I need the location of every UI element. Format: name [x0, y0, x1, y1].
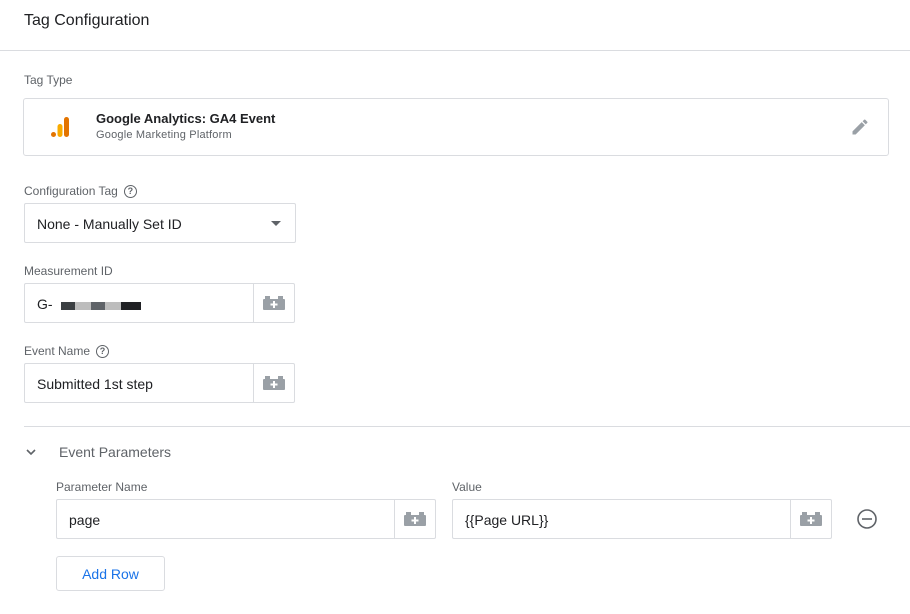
variable-picker-button[interactable] — [394, 500, 435, 538]
tag-type-card[interactable]: Google Analytics: GA4 Event Google Marke… — [23, 98, 889, 156]
measurement-id-label: Measurement ID — [24, 264, 113, 278]
configuration-tag-label-text: Configuration Tag — [24, 184, 118, 198]
configuration-tag-value: None - Manually Set ID — [37, 216, 182, 232]
measurement-id-group: G- — [24, 283, 295, 323]
event-name-value: Submitted 1st step — [37, 376, 153, 392]
variable-picker-button[interactable] — [253, 284, 294, 322]
parameter-name-input[interactable]: page — [57, 500, 394, 538]
variable-picker-icon — [263, 296, 285, 310]
configuration-tag-select[interactable]: None - Manually Set ID — [24, 203, 296, 243]
event-name-group: Submitted 1st step — [24, 363, 295, 403]
panel-title: Tag Configuration — [24, 12, 150, 29]
event-parameters-toggle[interactable]: Event Parameters — [24, 444, 171, 460]
caret-down-icon — [271, 221, 281, 226]
section-divider — [24, 426, 910, 427]
variable-picker-button[interactable] — [790, 500, 831, 538]
variable-picker-button[interactable] — [253, 364, 294, 402]
chevron-down-icon — [26, 449, 36, 456]
tag-type-label-text: Tag Type — [24, 73, 73, 87]
parameter-value-header: Value — [452, 480, 482, 494]
parameter-name-group: page — [56, 499, 436, 539]
remove-row-icon[interactable] — [856, 508, 878, 530]
measurement-id-input[interactable]: G- — [25, 284, 253, 322]
tag-type-platform: Google Marketing Platform — [96, 129, 232, 141]
variable-picker-icon — [404, 512, 426, 526]
help-icon[interactable]: ? — [96, 344, 110, 358]
configuration-tag-label: Configuration Tag ? — [24, 184, 137, 198]
event-name-label-text: Event Name — [24, 344, 91, 358]
event-parameters-title: Event Parameters — [59, 444, 172, 460]
parameter-value-input[interactable]: {{Page URL}} — [453, 500, 790, 538]
google-analytics-icon — [51, 117, 69, 137]
tag-type-name: Google Analytics: GA4 Event — [96, 111, 276, 126]
panel-header: Tag Configuration — [0, 0, 910, 51]
variable-picker-icon — [263, 376, 285, 390]
variable-picker-icon — [800, 512, 822, 526]
parameter-value-header-text: Value — [452, 480, 482, 494]
add-row-button[interactable]: Add Row — [56, 556, 165, 591]
parameter-name-value: page — [69, 512, 101, 528]
tag-type-label: Tag Type — [24, 73, 72, 87]
help-icon[interactable]: ? — [123, 184, 137, 198]
event-name-input[interactable]: Submitted 1st step — [25, 364, 253, 402]
pencil-icon[interactable] — [850, 117, 870, 137]
parameter-value-value: {{Page URL}} — [465, 512, 549, 528]
measurement-id-prefix: G- — [37, 296, 53, 312]
measurement-id-label-text: Measurement ID — [24, 264, 113, 278]
redacted-value — [61, 302, 141, 310]
parameter-name-header: Parameter Name — [56, 480, 147, 494]
event-name-label: Event Name ? — [24, 344, 110, 358]
parameter-name-header-text: Parameter Name — [56, 480, 148, 494]
parameter-value-group: {{Page URL}} — [452, 499, 832, 539]
